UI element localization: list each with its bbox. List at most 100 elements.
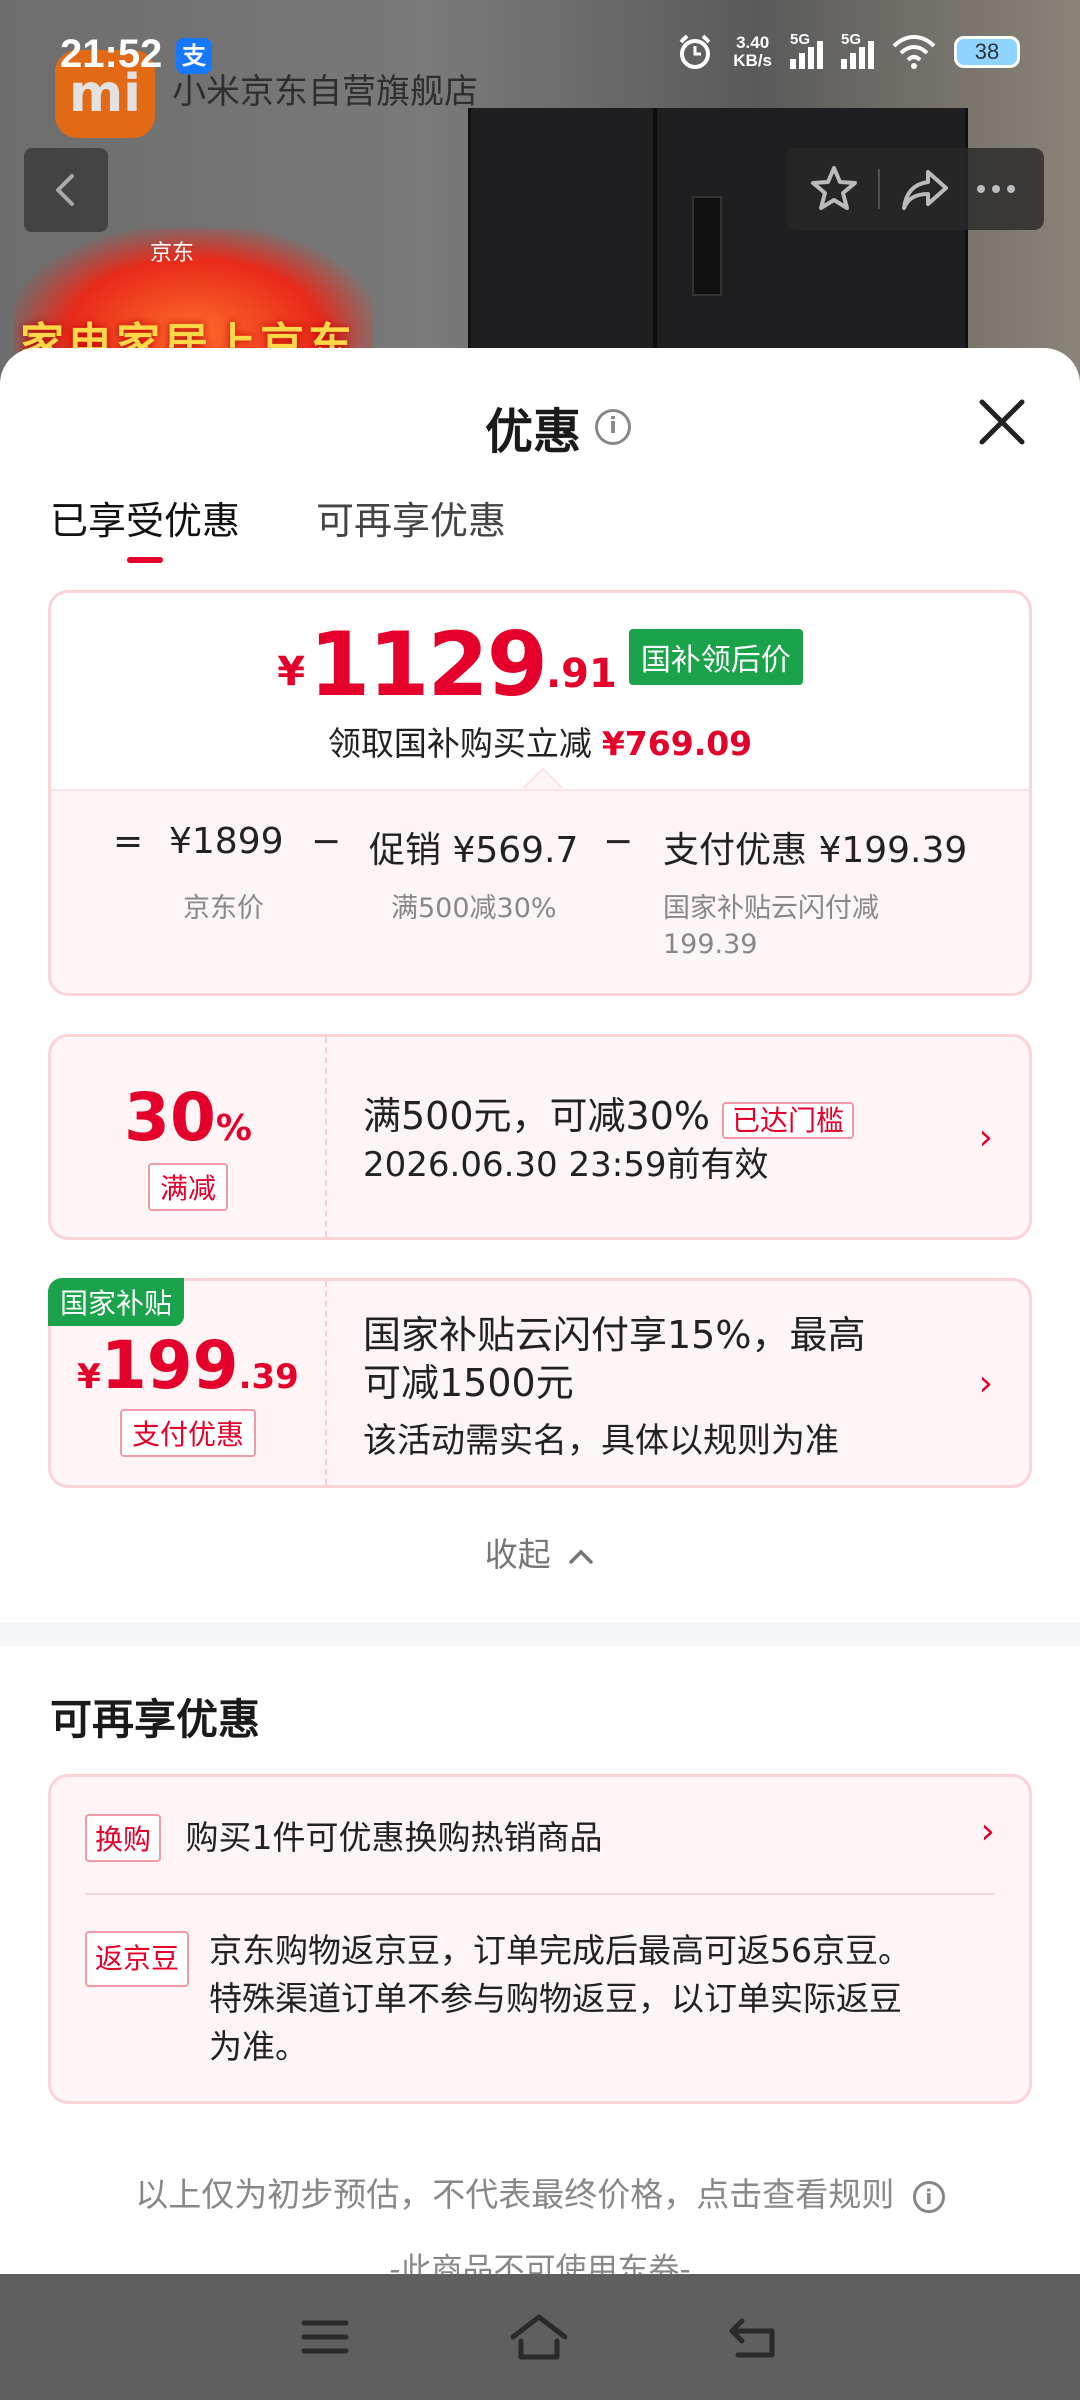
- coupon-title: 满500元，可减30%: [363, 1094, 710, 1138]
- subsidy-saving-amount: ¥769.09: [601, 724, 753, 763]
- coupon-title-row: 满500元，可减30% 已达门槛: [363, 1085, 855, 1140]
- back-icon[interactable]: [728, 2315, 780, 2359]
- price-summary-card: ¥ 1129 .91 国补领后价 领取国补购买立减 ¥769.09 = ¥1899…: [48, 590, 1032, 996]
- coupon-value: ¥199.39: [51, 1327, 325, 1404]
- sheet-title-group: 优惠 i: [485, 392, 632, 462]
- chevron-right-icon: ›: [980, 1811, 995, 1852]
- jd-price-label: 京东价: [183, 893, 264, 924]
- price-integer: 1129: [309, 613, 548, 716]
- coupon-pay-discount[interactable]: ¥199.39 支付优惠 国家补贴 国家补贴云闪付享15%，最高 可减1500元…: [48, 1278, 1032, 1488]
- coupon-value-decimal: .39: [238, 1357, 299, 1397]
- jd-beans-text: 京东购物返京豆，订单完成后最高可返56京豆。 特殊渠道订单不参与购物返豆，以订单…: [209, 1927, 995, 2071]
- share-icon[interactable]: [898, 162, 952, 216]
- net-speed: 3.40 KB/s: [733, 34, 772, 70]
- coupon-value-unit: %: [215, 1108, 252, 1149]
- final-price: ¥ 1129 .91 国补领后价: [51, 621, 1029, 709]
- price-currency: ¥: [277, 649, 306, 695]
- chevron-right-icon: ›: [978, 1117, 993, 1158]
- sim2-label: 5G: [841, 31, 862, 48]
- wifi-icon: [892, 35, 936, 69]
- home-icon[interactable]: [509, 2313, 569, 2361]
- formula-equals: =: [113, 821, 144, 862]
- formula-promo: 促销 ¥569.7: [369, 830, 579, 871]
- more-discounts-card: 换购 购买1件可优惠换购热销商品 › 返京豆 京东购物返京豆，订单完成后最高可返…: [48, 1774, 1032, 2104]
- discount-sheet: 优惠 i 已享受优惠 可再享优惠 ¥ 1129 .91 国补领后价 领取国补购买…: [0, 348, 1080, 2274]
- jd-beans-tag: 返京豆: [85, 1931, 190, 1987]
- action-separator: [878, 169, 881, 209]
- jd-beans-text-line2: 特殊渠道订单不参与购物返豆，以订单实际返豆: [209, 1979, 902, 2018]
- alarm-icon: [679, 34, 711, 69]
- coupon-not-applicable-note: -此商品不可使用东券-: [389, 2252, 691, 2274]
- chevron-up-icon: [569, 1549, 593, 1564]
- coupon-title: 国家补贴云闪付享15%，最高 可减1500元: [363, 1311, 865, 1407]
- disclaimer-text: 以上仅为初步预估，不代表最终价格，点击查看规则: [135, 2175, 895, 2214]
- formula-minus-1: −: [311, 821, 342, 862]
- coupon-title-line1: 国家补贴云闪付享15%，最高: [363, 1313, 866, 1357]
- info-icon[interactable]: i: [595, 409, 632, 445]
- price-formula: = ¥1899 − 促销 ¥569.7 − 支付优惠 ¥199.39 京东价 满…: [51, 789, 1029, 993]
- promo-label: 满500减30%: [391, 893, 557, 924]
- pay-discount-label: 国家补贴云闪付减 199.39: [663, 891, 879, 963]
- formula-minus-2: −: [603, 821, 634, 862]
- sheet-title: 优惠: [485, 404, 582, 460]
- star-icon[interactable]: [807, 162, 861, 216]
- coupon-value-block: 30% 满减: [51, 1037, 327, 1237]
- coupon-title-line2: 可减1500元: [363, 1361, 574, 1405]
- price-decimal: .91: [545, 651, 617, 697]
- status-time: 21:52: [60, 32, 163, 76]
- discount-tabs: 已享受优惠 可再享优惠: [50, 490, 506, 563]
- coupon-validity: 2026.06.30 23:59前有效: [363, 1145, 769, 1185]
- chevron-left-icon: [56, 174, 74, 206]
- subsidy-saving: 领取国补购买立减 ¥769.09: [51, 717, 1029, 765]
- status-bar: 21:52 支 3.40 KB/s 5G 5G 38: [0, 0, 1080, 110]
- coupon-value-number: 30: [124, 1079, 216, 1156]
- formula-pay-discount: 支付优惠 ¥199.39: [663, 830, 968, 871]
- subsidy-saving-label: 领取国补购买立减: [327, 724, 592, 763]
- gov-subsidy-price-tag: 国补领后价: [628, 629, 803, 685]
- net-speed-value: 3.40: [736, 33, 770, 52]
- net-speed-unit: KB/s: [733, 51, 772, 70]
- list-item-trade-in[interactable]: 换购 购买1件可优惠换购热销商品 ›: [85, 1811, 995, 1862]
- signal-sim2-icon: 5G: [841, 31, 874, 69]
- status-right-group: 3.40 KB/s 5G 5G 38: [675, 31, 1020, 72]
- coupon-full-reduction[interactable]: 30% 满减 满500元，可减30% 已达门槛 2026.06.30 23:59前…: [48, 1034, 1032, 1240]
- more-icon[interactable]: [969, 162, 1023, 216]
- trade-in-text: 购买1件可优惠换购热销商品: [185, 1818, 603, 1857]
- banner-jd-tag: 京东: [150, 241, 195, 266]
- formula-jd-price: ¥1899: [169, 821, 284, 862]
- more-discounts-title: 可再享优惠: [50, 1695, 261, 1744]
- top-action-group: [786, 148, 1044, 230]
- trade-in-tag: 换购: [85, 1814, 162, 1862]
- threshold-reached-tag: 已达门槛: [722, 1101, 855, 1139]
- jd-beans-text-line1: 京东购物返京豆，订单完成后最高可返56京豆。: [209, 1931, 911, 1970]
- back-button[interactable]: [24, 148, 108, 232]
- system-nav-bar: [0, 2274, 1080, 2400]
- signal-sim1-icon: 5G: [790, 31, 823, 69]
- final-price-block: ¥ 1129 .91 国补领后价 领取国补购买立减 ¥769.09: [51, 593, 1029, 789]
- tab-enjoyed[interactable]: 已享受优惠: [50, 490, 240, 563]
- collapse-label: 收起: [484, 1535, 551, 1574]
- alipay-icon: 支: [176, 38, 212, 74]
- fridge-control-panel: [692, 196, 722, 296]
- collapse-button[interactable]: 收起: [0, 1528, 1080, 1576]
- coupon-value: 30%: [51, 1079, 325, 1156]
- info-icon: i: [912, 2180, 945, 2213]
- sheet-header: 优惠 i: [0, 348, 1080, 500]
- sim1-label: 5G: [790, 31, 811, 48]
- coupon-value-number: 199: [100, 1327, 239, 1404]
- item-separator: [85, 1893, 995, 1895]
- coupon-currency: ¥: [77, 1357, 101, 1397]
- coupon-type-tag: 支付优惠: [119, 1409, 257, 1457]
- coupon-type-tag: 满减: [147, 1163, 229, 1211]
- estimate-disclaimer[interactable]: 以上仅为初步预估，不代表最终价格，点击查看规则 i: [0, 2168, 1080, 2216]
- section-divider: [0, 1622, 1080, 1646]
- coupon-desc: 该活动需实名，具体以规则为准: [363, 1421, 839, 1461]
- menu-icon[interactable]: [300, 2317, 350, 2357]
- chevron-right-icon: ›: [978, 1363, 993, 1404]
- pay-discount-label-line1: 国家补贴云闪付减: [663, 893, 879, 924]
- pay-discount-label-line2: 199.39: [663, 929, 758, 960]
- tab-more[interactable]: 可再享优惠: [316, 490, 506, 563]
- list-item-jd-beans: 返京豆 京东购物返京豆，订单完成后最高可返56京豆。 特殊渠道订单不参与购物返豆…: [85, 1927, 995, 2071]
- gov-subsidy-badge: 国家补贴: [48, 1278, 185, 1326]
- close-icon[interactable]: [974, 394, 1030, 450]
